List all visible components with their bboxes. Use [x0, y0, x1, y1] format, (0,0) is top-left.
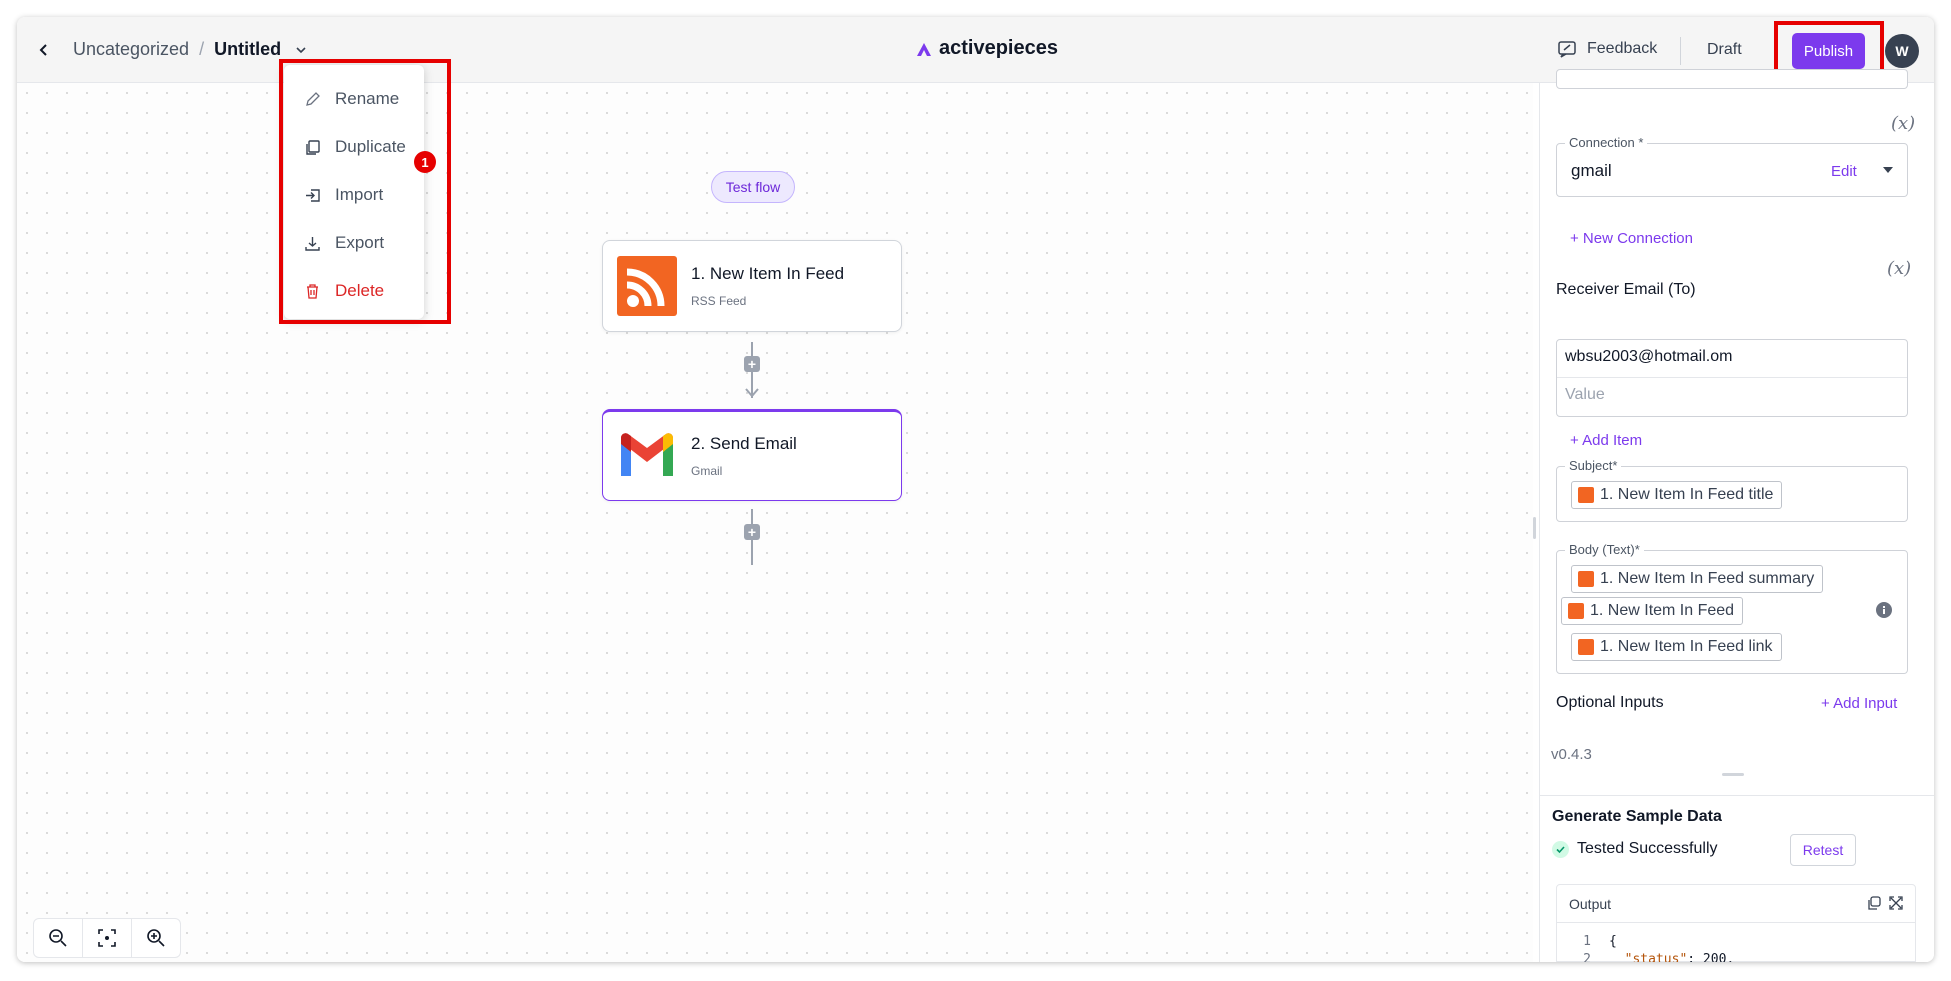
- add-input-link[interactable]: + Add Input: [1821, 695, 1897, 712]
- code-line: "status": 200,: [1609, 951, 1735, 962]
- zoom-in-icon: [147, 929, 165, 947]
- code-line: {: [1609, 934, 1617, 949]
- test-flow-button[interactable]: Test flow: [711, 171, 795, 203]
- gmail-icon: [621, 433, 673, 476]
- json-value: : 200,: [1687, 952, 1735, 962]
- new-connection-link[interactable]: + New Connection: [1570, 230, 1693, 247]
- rss-icon: [1578, 487, 1594, 503]
- chevron-left-icon: [39, 44, 47, 56]
- step-subtitle: RSS Feed: [691, 294, 747, 308]
- rss-icon: [1568, 603, 1584, 619]
- step-settings-panel: (x) Connection * gmail Edit + New Connec…: [1539, 69, 1934, 962]
- app-window: Uncategorized / Untitled activepieces Fe…: [17, 17, 1934, 962]
- zoom-out-icon: [49, 929, 67, 947]
- arrow-down-icon: [745, 388, 759, 398]
- feedback-button[interactable]: Feedback: [1557, 39, 1657, 59]
- rss-icon: [1578, 639, 1594, 655]
- activepieces-logo-icon: [917, 42, 931, 56]
- test-status-label: Tested Successfully: [1577, 840, 1718, 857]
- add-step-button[interactable]: +: [744, 524, 760, 540]
- breadcrumb: Uncategorized / Untitled: [73, 39, 307, 60]
- expand-icon[interactable]: [1889, 896, 1903, 910]
- step-title: 2. Send Email: [691, 434, 797, 453]
- step-subtitle: Gmail: [691, 464, 723, 478]
- rss-icon: [617, 256, 677, 316]
- zoom-in-button[interactable]: [132, 919, 180, 957]
- previous-field[interactable]: [1556, 69, 1908, 89]
- add-step-button[interactable]: +: [744, 356, 760, 372]
- info-icon[interactable]: [1876, 602, 1892, 618]
- data-token-chip[interactable]: 1. New Item In Feed summary: [1571, 565, 1824, 593]
- receiver-email-input[interactable]: wbsu2003@hotmail.om: [1565, 348, 1732, 366]
- divider: [1557, 377, 1907, 378]
- output-label: Output: [1569, 896, 1612, 912]
- optional-inputs-label: Optional Inputs: [1556, 694, 1664, 711]
- data-token-chip[interactable]: 1. New Item In Feed title: [1571, 481, 1783, 509]
- connection-value: gmail: [1571, 161, 1612, 180]
- flow-name[interactable]: Untitled: [214, 39, 281, 60]
- fit-view-icon: [98, 929, 116, 947]
- step-node-gmail[interactable]: 2. Send Email Gmail: [602, 409, 902, 501]
- caret-down-icon: [1883, 167, 1893, 173]
- add-item-link[interactable]: + Add Item: [1570, 432, 1642, 449]
- zoom-controls: [33, 918, 181, 958]
- check-circle-icon: [1552, 840, 1569, 858]
- dynamic-value-toggle[interactable]: (x): [1887, 258, 1911, 279]
- annotation-badge-1: 1: [414, 151, 436, 173]
- logo: activepieces: [915, 37, 1058, 60]
- subject-field[interactable]: Subject* 1. New Item In Feed title: [1556, 458, 1908, 522]
- connection-label: Connection *: [1565, 135, 1648, 150]
- back-button[interactable]: [29, 35, 59, 65]
- rss-icon: [1578, 571, 1594, 587]
- body-label: Body (Text)*: [1565, 542, 1644, 557]
- panel-resize-handle[interactable]: [1533, 517, 1536, 539]
- line-numbers: 1 2: [1557, 933, 1591, 962]
- step-node-rss[interactable]: 1. New Item In Feed RSS Feed: [602, 240, 902, 332]
- receiver-email-array: wbsu2003@hotmail.om Value: [1556, 339, 1908, 417]
- connection-select[interactable]: Connection * gmail Edit: [1556, 135, 1908, 197]
- version-label: v0.4.3: [1551, 746, 1592, 763]
- divider: [1680, 37, 1681, 65]
- step-title: 1. New Item In Feed: [691, 264, 845, 283]
- zoom-out-button[interactable]: [34, 919, 83, 957]
- chevron-down-icon: [296, 46, 306, 53]
- chip-label: 1. New Item In Feed summary: [1600, 570, 1815, 587]
- section-resize-handle[interactable]: [1722, 773, 1744, 776]
- chip-label: 1. New Item In Feed link: [1600, 638, 1773, 655]
- breadcrumb-separator: /: [199, 39, 205, 59]
- sample-data-section: Generate Sample Data Tested Successfully…: [1540, 795, 1934, 962]
- output-header: Output: [1557, 885, 1915, 923]
- logo-text: activepieces: [939, 37, 1058, 59]
- test-status: Tested Successfully: [1552, 840, 1718, 858]
- connection-edit-link[interactable]: Edit: [1831, 163, 1857, 180]
- line-number: 1: [1583, 934, 1591, 949]
- output-viewer: Output 1 2 { "status": 200,: [1556, 884, 1916, 962]
- breadcrumb-folder[interactable]: Uncategorized: [73, 39, 189, 60]
- sample-data-title: Generate Sample Data: [1552, 808, 1722, 825]
- avatar[interactable]: W: [1885, 34, 1919, 68]
- annotation-box-1: [279, 59, 451, 324]
- feedback-label: Feedback: [1587, 40, 1658, 57]
- copy-icon[interactable]: [1867, 896, 1881, 910]
- retest-button[interactable]: Retest: [1790, 834, 1856, 866]
- line-number: 2: [1583, 952, 1591, 962]
- json-key: "status": [1624, 952, 1688, 962]
- chip-label: 1. New Item In Feed title: [1600, 486, 1774, 503]
- body-text-field[interactable]: Body (Text)* 1. New Item In Feed summary…: [1556, 542, 1908, 674]
- draft-button[interactable]: Draft: [1707, 41, 1742, 59]
- flow-menu-toggle[interactable]: [295, 44, 307, 56]
- fit-view-button[interactable]: [83, 919, 132, 957]
- chip-label: 1. New Item In Feed: [1590, 602, 1735, 619]
- code-content: { "status": 200,: [1609, 933, 1734, 962]
- flow-canvas[interactable]: Test flow 1. New Item In Feed RSS Feed +: [17, 83, 1533, 962]
- data-token-chip[interactable]: 1. New Item In Feed: [1561, 597, 1744, 625]
- receiver-email-label: Receiver Email (To): [1556, 281, 1696, 298]
- feedback-icon: [1558, 41, 1576, 58]
- data-token-chip[interactable]: 1. New Item In Feed link: [1571, 633, 1782, 661]
- receiver-email-new-input[interactable]: Value: [1565, 386, 1605, 404]
- subject-label: Subject*: [1565, 458, 1622, 473]
- dynamic-value-toggle[interactable]: (x): [1891, 113, 1915, 134]
